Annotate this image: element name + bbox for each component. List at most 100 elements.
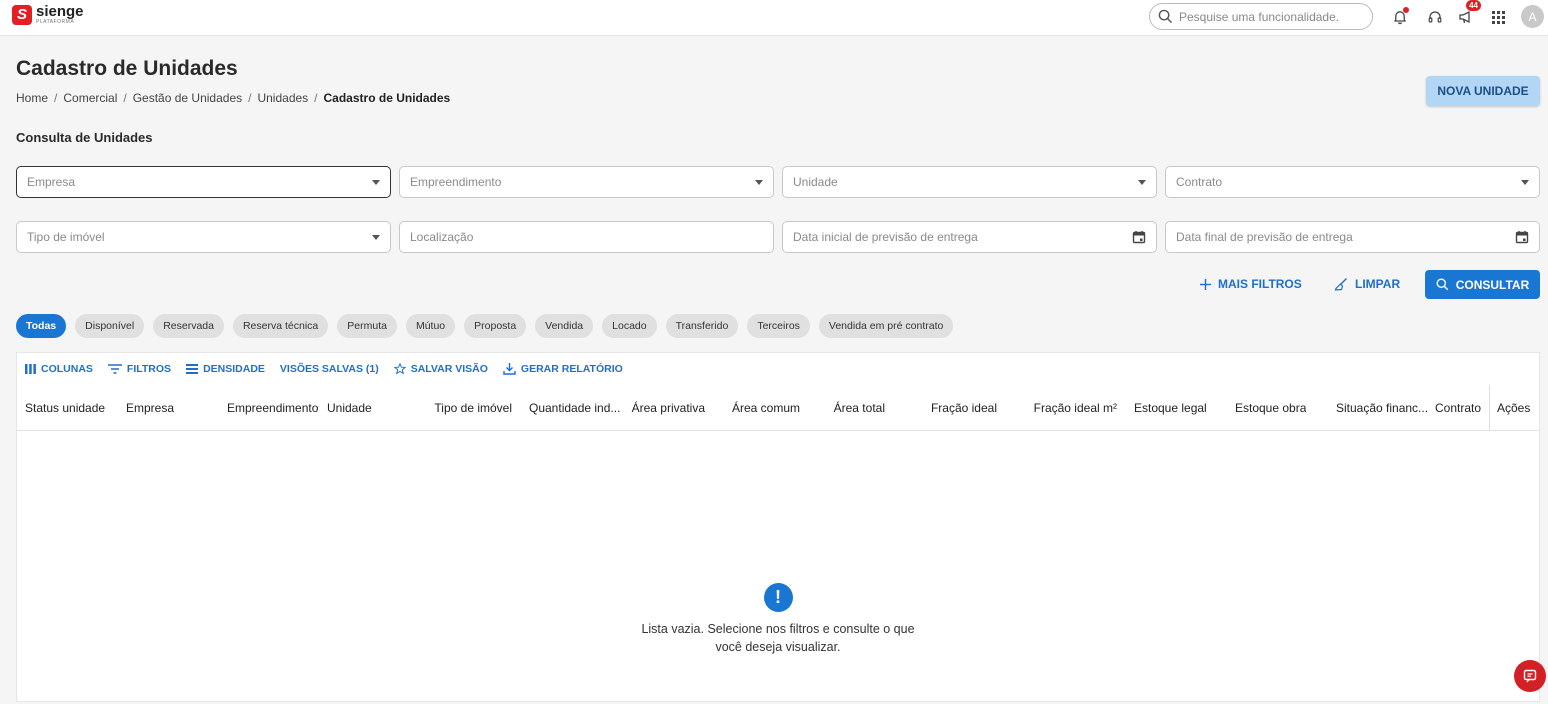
column-header[interactable]: Estoque legal (1134, 401, 1207, 415)
more-filters-label: MAIS FILTROS (1218, 277, 1302, 291)
empresa-select[interactable]: Empresa (16, 166, 391, 198)
search-icon (1158, 9, 1173, 24)
chip-vendida[interactable]: Vendida (535, 314, 594, 338)
chevron-down-icon (1521, 179, 1529, 185)
search-input[interactable] (1179, 9, 1359, 24)
save-view-button[interactable]: SALVAR VISÃO (393, 363, 488, 375)
chip-locado[interactable]: Locado (602, 314, 657, 338)
localizacao-input[interactable]: Localização (399, 221, 774, 253)
breadcrumb: Home / Comercial / Gestão de Unidades / Uni… (16, 91, 450, 105)
apps-button[interactable] (1488, 7, 1508, 27)
saved-views-label: VISÕES SALVAS (1) (279, 363, 379, 375)
chip-transferido[interactable]: Transferido (665, 314, 739, 338)
notification-dot (1403, 7, 1409, 13)
star-icon (393, 363, 406, 375)
chip-reserva-tecnica[interactable]: Reserva técnica (232, 314, 329, 338)
announcements-button[interactable]: 44 (1456, 0, 1481, 27)
calendar-icon[interactable] (1132, 230, 1146, 244)
chip-reservada[interactable]: Reservada (153, 314, 224, 338)
chip-mutuo[interactable]: Mútuo (405, 314, 456, 338)
chevron-down-icon (1138, 179, 1146, 185)
chevron-down-icon (755, 179, 763, 185)
column-header[interactable]: Área comum (717, 401, 800, 415)
megaphone-icon (1459, 10, 1470, 24)
consultar-label: CONSULTAR (1455, 277, 1530, 292)
empty-message-line1: Lista vazia. Selecione nos filtros e con… (641, 622, 915, 636)
breadcrumb-separator: / (123, 91, 127, 105)
breadcrumb-separator: / (54, 91, 58, 105)
column-header[interactable]: Empreendimento (227, 401, 318, 415)
new-unit-button[interactable]: NOVA UNIDADE (1426, 76, 1540, 106)
column-header[interactable]: Área privativa (617, 401, 705, 415)
logo-name: sienge (36, 3, 84, 20)
feedback-button[interactable] (1514, 660, 1546, 692)
section-title: Consulta de Unidades (16, 130, 153, 145)
empresa-placeholder: Empresa (27, 175, 76, 189)
density-button[interactable]: DENSIDADE (186, 363, 265, 375)
user-avatar[interactable]: A (1521, 5, 1544, 28)
chip-terceiros[interactable]: Terceiros (747, 314, 810, 338)
filters-button[interactable]: FILTROS (107, 363, 172, 375)
column-header[interactable]: Empresa (126, 401, 174, 415)
column-header[interactable]: Status unidade (25, 401, 105, 415)
empreendimento-select[interactable]: Empreendimento (399, 166, 774, 198)
breadcrumb-separator: / (314, 91, 318, 105)
status-chips: Todas Disponível Reservada Reserva técni… (16, 314, 954, 338)
column-divider[interactable] (1489, 385, 1490, 431)
save-view-label: SALVAR VISÃO (410, 363, 488, 375)
sienge-logo-icon: S (12, 4, 32, 25)
data-inicial-input[interactable]: Data inicial de previsão de entrega (782, 221, 1157, 253)
more-filters-button[interactable]: MAIS FILTROS (1199, 270, 1302, 298)
notifications-button[interactable] (1390, 7, 1410, 27)
contrato-select[interactable]: Contrato (1165, 166, 1540, 198)
calendar-icon[interactable] (1515, 230, 1529, 244)
sienge-logo[interactable]: S sienge PLATAFORMA (12, 4, 84, 25)
unidade-placeholder: Unidade (793, 175, 838, 189)
global-search[interactable] (1149, 3, 1373, 30)
column-header[interactable]: Situação financ... (1336, 401, 1433, 415)
grid-toolbar: COLUNAS FILTROS DENSIDADE VISÕES SALVAS … (25, 363, 623, 375)
tipo-imovel-placeholder: Tipo de imóvel (27, 230, 105, 244)
column-header[interactable]: Fração ideal (912, 401, 997, 415)
info-icon: ! (763, 583, 793, 612)
localizacao-placeholder: Localização (410, 230, 474, 244)
chip-disponivel[interactable]: Disponível (75, 314, 145, 338)
saved-views-button[interactable]: VISÕES SALVAS (1) (280, 363, 379, 375)
columns-label: COLUNAS (41, 363, 93, 375)
generate-report-label: GERAR RELATÓRIO (520, 363, 623, 375)
support-button[interactable] (1425, 7, 1445, 27)
download-icon (503, 363, 516, 375)
clear-label: LIMPAR (1355, 277, 1401, 291)
generate-report-button[interactable]: GERAR RELATÓRIO (503, 363, 623, 375)
consultar-button[interactable]: CONSULTAR (1425, 270, 1540, 299)
column-header[interactable]: Quantidade ind... (529, 401, 627, 415)
columns-button[interactable]: COLUNAS (25, 363, 93, 375)
empreendimento-placeholder: Empreendimento (410, 175, 502, 189)
column-header[interactable]: Contrato (1435, 401, 1481, 415)
column-header[interactable]: Área total (807, 401, 885, 415)
tipo-imovel-select[interactable]: Tipo de imóvel (16, 221, 391, 253)
announcements-badge: 44 (1466, 0, 1481, 11)
chip-vendida-pre-contrato[interactable]: Vendida em pré contrato (818, 314, 954, 338)
empty-message-line2: você deseja visualizar. (715, 640, 841, 654)
column-header[interactable]: Estoque obra (1235, 401, 1306, 415)
column-header: Ações (1497, 401, 1531, 415)
chip-todas[interactable]: Todas (16, 314, 67, 338)
breadcrumb-comercial[interactable]: Comercial (63, 91, 117, 105)
contrato-placeholder: Contrato (1176, 175, 1223, 189)
column-header[interactable]: Fração ideal m² (1017, 401, 1117, 415)
breadcrumb-home[interactable]: Home (16, 91, 48, 105)
unidade-select[interactable]: Unidade (782, 166, 1157, 198)
page-title: Cadastro de Unidades (16, 57, 238, 80)
chip-permuta[interactable]: Permuta (337, 314, 397, 338)
chip-proposta[interactable]: Proposta (464, 314, 527, 338)
breadcrumb-gestao[interactable]: Gestão de Unidades (133, 91, 242, 105)
data-final-input[interactable]: Data final de previsão de entrega (1165, 221, 1540, 253)
clear-button[interactable]: LIMPAR (1334, 270, 1400, 298)
breadcrumb-separator: / (248, 91, 252, 105)
column-header[interactable]: Unidade (327, 401, 372, 415)
units-data-grid: COLUNAS FILTROS DENSIDADE VISÕES SALVAS … (16, 352, 1540, 702)
breadcrumb-unidades[interactable]: Unidades (257, 91, 308, 105)
column-header[interactable]: Tipo de imóvel (422, 401, 512, 415)
filters-label: FILTROS (126, 363, 172, 375)
